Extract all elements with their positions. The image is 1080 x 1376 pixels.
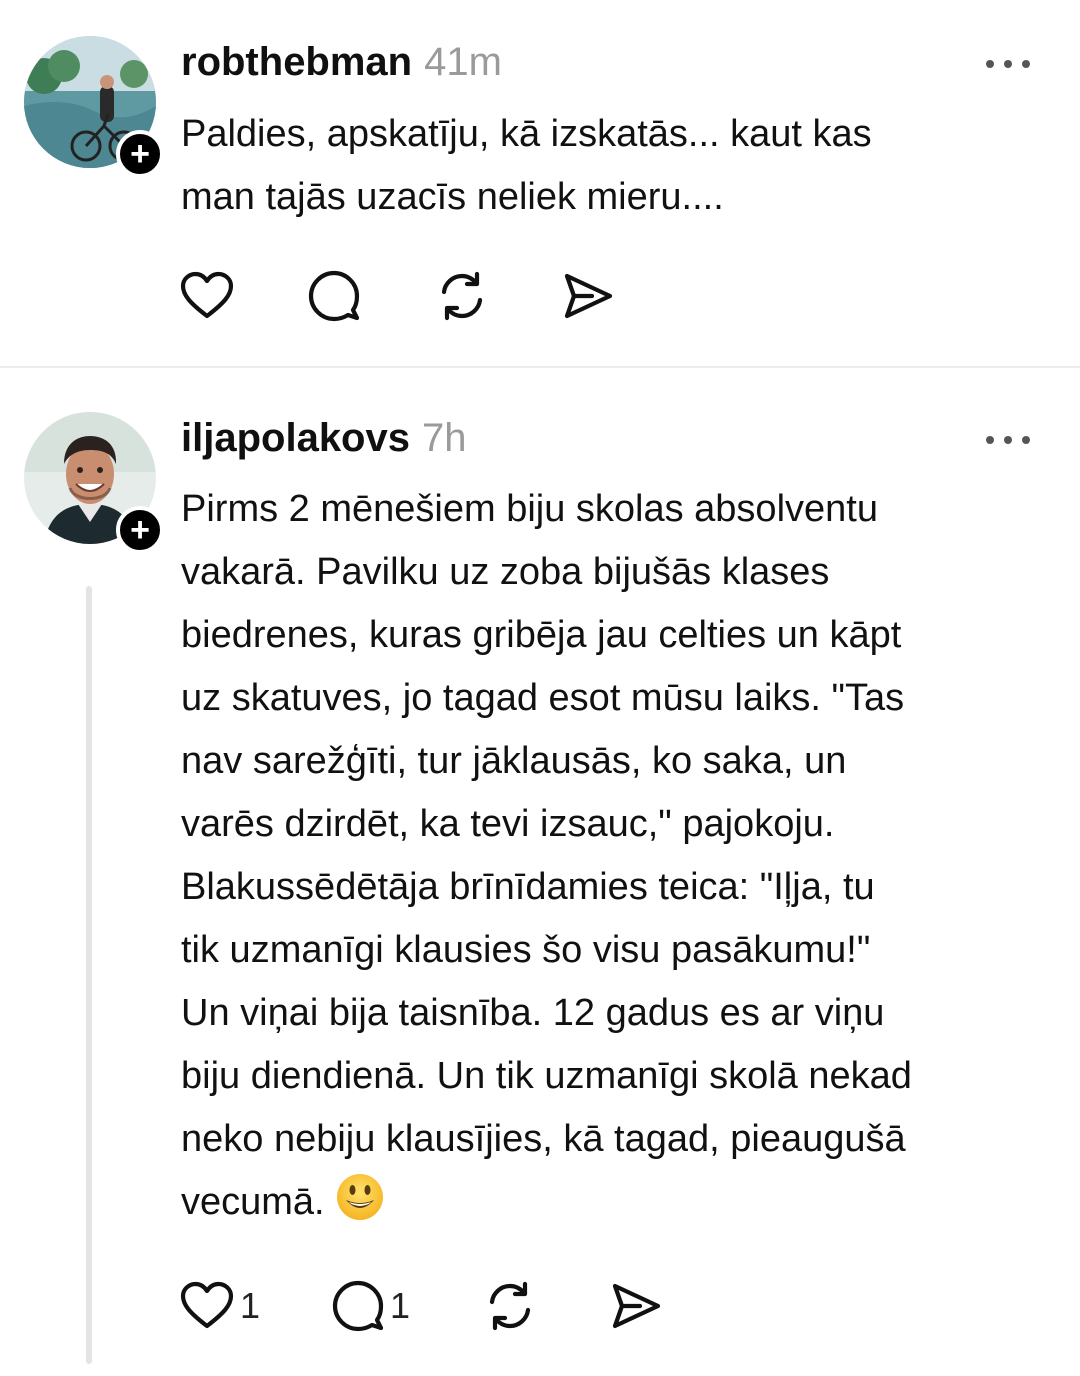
post-header: robthebman 41m [181, 40, 502, 85]
avatar-robthebman-wrap[interactable]: + [24, 36, 164, 178]
follow-plus-icon[interactable]: + [116, 130, 164, 178]
share-icon [612, 1283, 661, 1329]
more-dot [986, 436, 994, 444]
share-button[interactable] [562, 268, 614, 324]
more-icon[interactable] [986, 434, 1030, 446]
avatar-iljapolakovs-wrap[interactable]: + [24, 412, 164, 554]
repost-button[interactable] [484, 1278, 536, 1334]
more-dot [1004, 60, 1012, 68]
share-icon [564, 273, 613, 319]
more-dot [1004, 436, 1012, 444]
more-dot [1022, 436, 1030, 444]
like-button[interactable] [180, 268, 234, 324]
heart-icon [180, 1281, 234, 1329]
action-bar: 1 1 [180, 1278, 662, 1334]
timestamp: 41m [424, 40, 502, 84]
post-header: iljapolakovs 7h [181, 416, 466, 461]
follow-plus-icon[interactable]: + [116, 506, 164, 554]
reply-count: 1 [390, 1285, 411, 1326]
more-icon[interactable] [986, 58, 1030, 70]
repost-icon [441, 271, 483, 321]
action-bar [180, 268, 614, 324]
timestamp: 7h [421, 416, 467, 460]
smiling-face-emoji [337, 1174, 384, 1220]
post-text: Paldies, apskatīju, kā izskatās... kaut … [181, 113, 872, 218]
reply-button[interactable]: 1 [332, 1278, 410, 1334]
more-dot [986, 60, 994, 68]
repost-icon [489, 1281, 531, 1331]
like-count: 1 [240, 1285, 261, 1326]
more-dot [1022, 60, 1030, 68]
repost-button[interactable] [436, 268, 488, 324]
post-text: Pirms 2 mēnešiem biju skolas absolventu … [181, 488, 912, 1223]
like-button[interactable]: 1 [180, 1278, 260, 1334]
post-iljapolakovs: + iljapolakovs 7h Pirms 2 mēnešiem biju … [0, 368, 1080, 1376]
username[interactable]: iljapolakovs [181, 416, 410, 461]
reply-button[interactable] [308, 268, 360, 324]
post-robthebman: + robthebman 41m Paldies, apskatīju, kā … [0, 0, 1080, 366]
post-text-container: Pirms 2 mēnešiem biju skolas absolventu … [181, 478, 1051, 1234]
username[interactable]: robthebman [181, 40, 412, 85]
heart-icon [180, 271, 234, 319]
comment-icon [332, 1280, 384, 1332]
comment-icon [308, 270, 360, 322]
share-button[interactable] [610, 1278, 662, 1334]
thread-line [86, 586, 92, 1364]
